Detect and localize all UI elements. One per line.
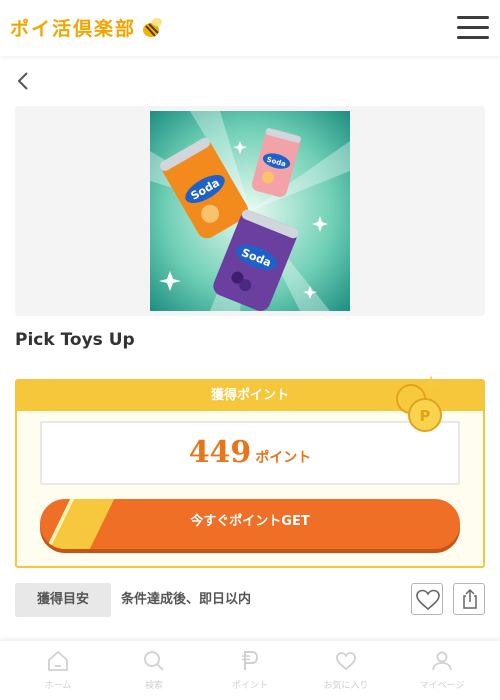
user-icon bbox=[432, 651, 452, 671]
points-unit: ポイント bbox=[255, 450, 312, 466]
point-p-icon bbox=[242, 651, 259, 670]
get-points-label: 今すぐポイントGET bbox=[190, 514, 310, 529]
app-header: ポイ活倶楽部 bbox=[0, 0, 500, 56]
offer-image-area: Soda Soda Soda bbox=[15, 106, 485, 316]
tab-favorites-label: お気に入り bbox=[323, 681, 369, 691]
search-icon bbox=[144, 651, 164, 671]
svg-text:P: P bbox=[420, 407, 431, 425]
tab-home-label: ホーム bbox=[44, 681, 72, 691]
share-button[interactable] bbox=[453, 583, 485, 615]
hamburger-menu-icon[interactable] bbox=[457, 14, 489, 42]
tab-home[interactable]: ホーム bbox=[8, 641, 108, 700]
tab-search-label: 検索 bbox=[144, 681, 163, 691]
tab-search[interactable]: 検索 bbox=[104, 641, 204, 700]
chevron-left-icon[interactable] bbox=[14, 70, 34, 92]
logo-text: ポイ活倶楽部 bbox=[10, 18, 137, 40]
gold-coins-icon: P bbox=[396, 375, 450, 432]
bee-icon bbox=[143, 17, 163, 37]
favorite-button[interactable] bbox=[411, 583, 443, 615]
points-panel: 獲得ポイント 449 ポイント 今すぐポイントGET P bbox=[15, 375, 485, 568]
soda-cans-promo-image: Soda Soda Soda bbox=[150, 111, 350, 311]
guide-tag: 獲得目安 bbox=[15, 583, 111, 617]
offer-title: Pick Toys Up bbox=[15, 330, 135, 350]
heart-icon bbox=[416, 589, 440, 611]
get-points-button[interactable]: 今すぐポイントGET bbox=[40, 499, 460, 549]
points-amount: 449 bbox=[188, 435, 252, 470]
tab-mypage-label: マイページ bbox=[419, 681, 465, 691]
heart-icon bbox=[336, 652, 356, 671]
tab-points-label: ポイント bbox=[231, 681, 268, 691]
bottom-tab-bar: ホーム 検索 ポイント お気に入り マイページ bbox=[0, 641, 500, 700]
tab-mypage[interactable]: マイページ bbox=[392, 641, 492, 700]
home-icon bbox=[48, 650, 68, 671]
acquisition-guide-row: 獲得目安 条件達成後、即日以内 bbox=[15, 583, 485, 617]
guide-text: 条件達成後、即日以内 bbox=[121, 592, 252, 607]
tab-favorites[interactable]: お気に入り bbox=[296, 641, 396, 700]
tab-points[interactable]: ポイント bbox=[200, 641, 300, 700]
share-icon bbox=[463, 588, 477, 609]
site-logo[interactable]: ポイ活倶楽部 bbox=[10, 14, 164, 41]
